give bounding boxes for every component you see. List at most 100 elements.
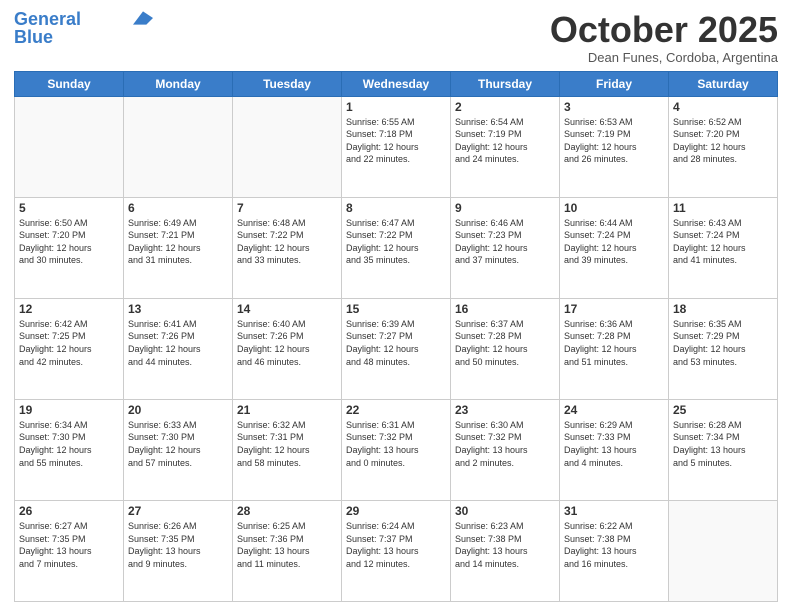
table-row: 31Sunrise: 6:22 AM Sunset: 7:38 PM Dayli…	[560, 500, 669, 601]
table-row: 14Sunrise: 6:40 AM Sunset: 7:26 PM Dayli…	[233, 298, 342, 399]
table-row	[15, 96, 124, 197]
table-row	[669, 500, 778, 601]
logo-text: General	[14, 10, 81, 28]
col-tuesday: Tuesday	[233, 71, 342, 96]
table-row: 20 Sunrise: 6:33 AM Sunset: 7:30 PM Dayli…	[124, 399, 233, 500]
table-row: 10 Sunrise: 6:44 AM Sunset: 7:24 PM Dayli…	[560, 197, 669, 298]
day-number: 2	[455, 100, 555, 114]
table-row: 18 Sunrise: 6:35 AM Sunset: 7:29 PM Dayli…	[669, 298, 778, 399]
month-title: October 2025	[550, 10, 778, 50]
table-row: 13 Sunrise: 6:41 AM Sunset: 7:26 PM Dayli…	[124, 298, 233, 399]
day-info: Sunrise: 6:27 AM Sunset: 7:35 PM Dayligh…	[19, 520, 119, 570]
day-info: Sunrise: 6:24 AM Sunset: 7:37 PM Dayligh…	[346, 520, 446, 570]
day-number: 28	[237, 504, 337, 518]
day-number: 24	[564, 403, 664, 417]
calendar-week-row: 26 Sunrise: 6:27 AM Sunset: 7:35 PM Dayli…	[15, 500, 778, 601]
day-info: Sunrise: 6:36 AM Sunset: 7:28 PM Dayligh…	[564, 318, 664, 368]
day-number: 29	[346, 504, 446, 518]
table-row: 29 Sunrise: 6:24 AM Sunset: 7:37 PM Dayli…	[342, 500, 451, 601]
logo-icon	[133, 11, 153, 25]
calendar-header-row: Sunday Monday Tuesday Wednesday Thursday…	[15, 71, 778, 96]
day-info: Sunrise: 6:50 AM Sunset: 7:20 PM Dayligh…	[19, 217, 119, 267]
day-number: 16	[455, 302, 555, 316]
calendar-body: 1Sunrise: 6:55 AM Sunset: 7:18 PM Daylig…	[15, 96, 778, 601]
calendar-week-row: 12Sunrise: 6:42 AM Sunset: 7:25 PM Dayli…	[15, 298, 778, 399]
day-number: 17	[564, 302, 664, 316]
day-info: Sunrise: 6:28 AM Sunset: 7:34 PM Dayligh…	[673, 419, 773, 469]
day-number: 26	[19, 504, 119, 518]
calendar-table: Sunday Monday Tuesday Wednesday Thursday…	[14, 71, 778, 602]
col-friday: Friday	[560, 71, 669, 96]
day-info: Sunrise: 6:26 AM Sunset: 7:35 PM Dayligh…	[128, 520, 228, 570]
day-info: Sunrise: 6:34 AM Sunset: 7:30 PM Dayligh…	[19, 419, 119, 469]
day-number: 8	[346, 201, 446, 215]
table-row: 26 Sunrise: 6:27 AM Sunset: 7:35 PM Dayli…	[15, 500, 124, 601]
title-block: October 2025 Dean Funes, Cordoba, Argent…	[550, 10, 778, 65]
table-row: 12Sunrise: 6:42 AM Sunset: 7:25 PM Dayli…	[15, 298, 124, 399]
table-row: 16 Sunrise: 6:37 AM Sunset: 7:28 PM Dayli…	[451, 298, 560, 399]
day-info: Sunrise: 6:40 AM Sunset: 7:26 PM Dayligh…	[237, 318, 337, 368]
table-row: 7Sunrise: 6:48 AM Sunset: 7:22 PM Daylig…	[233, 197, 342, 298]
day-info: Sunrise: 6:25 AM Sunset: 7:36 PM Dayligh…	[237, 520, 337, 570]
day-number: 5	[19, 201, 119, 215]
day-info: Sunrise: 6:41 AM Sunset: 7:26 PM Dayligh…	[128, 318, 228, 368]
day-info: Sunrise: 6:43 AM Sunset: 7:24 PM Dayligh…	[673, 217, 773, 267]
day-number: 20	[128, 403, 228, 417]
day-info: Sunrise: 6:53 AM Sunset: 7:19 PM Dayligh…	[564, 116, 664, 166]
table-row: 25 Sunrise: 6:28 AM Sunset: 7:34 PM Dayli…	[669, 399, 778, 500]
location-subtitle: Dean Funes, Cordoba, Argentina	[550, 50, 778, 65]
day-info: Sunrise: 6:32 AM Sunset: 7:31 PM Dayligh…	[237, 419, 337, 469]
day-info: Sunrise: 6:47 AM Sunset: 7:22 PM Dayligh…	[346, 217, 446, 267]
table-row	[233, 96, 342, 197]
table-row: 23Sunrise: 6:30 AM Sunset: 7:32 PM Dayli…	[451, 399, 560, 500]
table-row: 21 Sunrise: 6:32 AM Sunset: 7:31 PM Dayli…	[233, 399, 342, 500]
day-info: Sunrise: 6:31 AM Sunset: 7:32 PM Dayligh…	[346, 419, 446, 469]
table-row	[124, 96, 233, 197]
table-row: 19Sunrise: 6:34 AM Sunset: 7:30 PM Dayli…	[15, 399, 124, 500]
day-info: Sunrise: 6:54 AM Sunset: 7:19 PM Dayligh…	[455, 116, 555, 166]
day-info: Sunrise: 6:30 AM Sunset: 7:32 PM Dayligh…	[455, 419, 555, 469]
day-info: Sunrise: 6:49 AM Sunset: 7:21 PM Dayligh…	[128, 217, 228, 267]
day-info: Sunrise: 6:44 AM Sunset: 7:24 PM Dayligh…	[564, 217, 664, 267]
day-info: Sunrise: 6:42 AM Sunset: 7:25 PM Dayligh…	[19, 318, 119, 368]
day-info: Sunrise: 6:29 AM Sunset: 7:33 PM Dayligh…	[564, 419, 664, 469]
day-number: 25	[673, 403, 773, 417]
calendar-week-row: 1Sunrise: 6:55 AM Sunset: 7:18 PM Daylig…	[15, 96, 778, 197]
table-row: 22 Sunrise: 6:31 AM Sunset: 7:32 PM Dayli…	[342, 399, 451, 500]
table-row: 27Sunrise: 6:26 AM Sunset: 7:35 PM Dayli…	[124, 500, 233, 601]
table-row: 6 Sunrise: 6:49 AM Sunset: 7:21 PM Daylig…	[124, 197, 233, 298]
day-info: Sunrise: 6:33 AM Sunset: 7:30 PM Dayligh…	[128, 419, 228, 469]
day-info: Sunrise: 6:55 AM Sunset: 7:18 PM Dayligh…	[346, 116, 446, 166]
table-row: 24 Sunrise: 6:29 AM Sunset: 7:33 PM Dayli…	[560, 399, 669, 500]
day-number: 11	[673, 201, 773, 215]
table-row: 3 Sunrise: 6:53 AM Sunset: 7:19 PM Daylig…	[560, 96, 669, 197]
day-number: 3	[564, 100, 664, 114]
table-row: 5 Sunrise: 6:50 AM Sunset: 7:20 PM Daylig…	[15, 197, 124, 298]
table-row: 15 Sunrise: 6:39 AM Sunset: 7:27 PM Dayli…	[342, 298, 451, 399]
logo-blue: Blue	[14, 28, 53, 46]
day-number: 18	[673, 302, 773, 316]
col-wednesday: Wednesday	[342, 71, 451, 96]
day-info: Sunrise: 6:37 AM Sunset: 7:28 PM Dayligh…	[455, 318, 555, 368]
table-row: 1Sunrise: 6:55 AM Sunset: 7:18 PM Daylig…	[342, 96, 451, 197]
logo-general: General	[14, 9, 81, 29]
day-number: 13	[128, 302, 228, 316]
day-info: Sunrise: 6:46 AM Sunset: 7:23 PM Dayligh…	[455, 217, 555, 267]
day-number: 6	[128, 201, 228, 215]
day-number: 30	[455, 504, 555, 518]
table-row: 17 Sunrise: 6:36 AM Sunset: 7:28 PM Dayli…	[560, 298, 669, 399]
col-saturday: Saturday	[669, 71, 778, 96]
day-number: 15	[346, 302, 446, 316]
table-row: 30 Sunrise: 6:23 AM Sunset: 7:38 PM Dayli…	[451, 500, 560, 601]
day-info: Sunrise: 6:35 AM Sunset: 7:29 PM Dayligh…	[673, 318, 773, 368]
day-number: 22	[346, 403, 446, 417]
calendar-week-row: 5 Sunrise: 6:50 AM Sunset: 7:20 PM Daylig…	[15, 197, 778, 298]
day-number: 21	[237, 403, 337, 417]
table-row: 8 Sunrise: 6:47 AM Sunset: 7:22 PM Daylig…	[342, 197, 451, 298]
day-info: Sunrise: 6:39 AM Sunset: 7:27 PM Dayligh…	[346, 318, 446, 368]
day-info: Sunrise: 6:52 AM Sunset: 7:20 PM Dayligh…	[673, 116, 773, 166]
day-number: 10	[564, 201, 664, 215]
logo: General Blue	[14, 10, 153, 46]
day-info: Sunrise: 6:23 AM Sunset: 7:38 PM Dayligh…	[455, 520, 555, 570]
table-row: 11 Sunrise: 6:43 AM Sunset: 7:24 PM Dayli…	[669, 197, 778, 298]
